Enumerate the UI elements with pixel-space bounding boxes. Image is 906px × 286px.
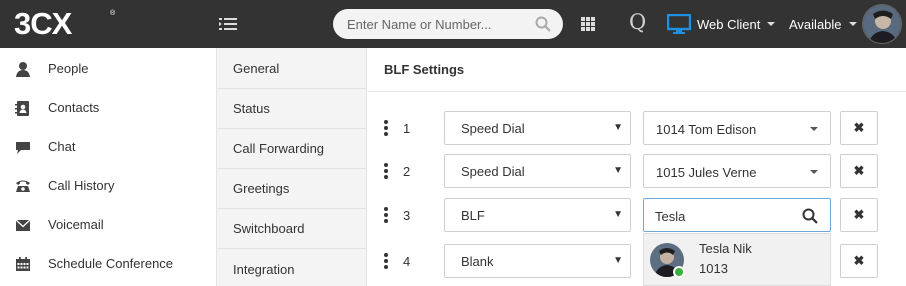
key-type-value: BLF: [461, 208, 485, 223]
sidebar-item-contacts[interactable]: Contacts: [0, 88, 217, 127]
select-arrow-icon: ▼: [613, 255, 623, 266]
row-number: 4: [403, 254, 411, 269]
sidebar-item-chat[interactable]: Chat: [0, 127, 217, 166]
contacts-icon: [15, 100, 29, 116]
drag-handle-icon[interactable]: [384, 120, 388, 136]
chevron-down-icon: [810, 127, 818, 131]
search-box[interactable]: [333, 9, 563, 39]
tab-greetings[interactable]: Greetings: [217, 169, 367, 209]
remove-button[interactable]: ✖: [840, 154, 878, 188]
chevron-down-icon: [767, 22, 776, 26]
logo[interactable]: 3CX ®: [14, 6, 116, 41]
remove-button[interactable]: ✖: [840, 244, 878, 278]
web-client-menu[interactable]: Web Client: [667, 13, 776, 35]
select-arrow-icon: ▼: [613, 122, 623, 133]
sidebar: People Contacts Chat Call History Voicem…: [0, 48, 217, 286]
autocomplete-option[interactable]: Tesla Nik 1013: [643, 233, 831, 286]
divider: [368, 91, 906, 92]
blf-row: 3 BLF ▼ ✖: [368, 198, 906, 232]
key-type-value: Speed Dial: [461, 121, 525, 136]
sidebar-item-schedule-conference[interactable]: Schedule Conference: [0, 244, 217, 283]
search-icon[interactable]: [535, 16, 551, 32]
tab-switchboard[interactable]: Switchboard: [217, 209, 367, 249]
extension-value: 1015 Jules Verne: [656, 165, 757, 180]
logo-text: 3CX: [14, 6, 72, 41]
key-type-select[interactable]: Speed Dial ▼: [444, 154, 631, 188]
blf-settings-panel: BLF Settings 1 Speed Dial ▼ 1014 Tom Edi…: [368, 48, 906, 286]
page-title: BLF Settings: [384, 62, 465, 77]
drag-handle-icon[interactable]: [384, 207, 388, 223]
chevron-down-icon: [810, 170, 818, 174]
row-number: 3: [403, 208, 411, 223]
sidebar-item-label: Contacts: [48, 100, 100, 115]
blf-row: 1 Speed Dial ▼ 1014 Tom Edison ✖: [368, 111, 906, 145]
monitor-icon: [667, 14, 691, 34]
sidebar-item-people[interactable]: People: [0, 49, 217, 88]
select-arrow-icon: ▼: [613, 165, 623, 176]
contact-name: Tesla Nik: [699, 241, 752, 256]
sidebar-item-label: People: [48, 61, 89, 76]
tab-status[interactable]: Status: [217, 89, 367, 129]
blf-row: 2 Speed Dial ▼ 1015 Jules Verne ✖: [368, 154, 906, 188]
chevron-down-icon: [848, 22, 857, 26]
key-type-select[interactable]: Speed Dial ▼: [444, 111, 631, 145]
remove-button[interactable]: ✖: [840, 198, 878, 232]
key-type-value: Blank: [461, 254, 494, 269]
presence-available-icon: [673, 266, 685, 278]
menu-toggle-icon[interactable]: [219, 15, 237, 33]
tab-call-forwarding[interactable]: Call Forwarding: [217, 129, 367, 169]
contact-extension: 1013: [699, 261, 728, 276]
calendar-icon: [16, 256, 30, 271]
logo-registered-mark: ®: [110, 10, 116, 17]
search-icon[interactable]: [802, 208, 818, 224]
phone-icon: [16, 180, 30, 192]
tab-general[interactable]: General: [217, 49, 367, 89]
settings-nav: General Status Call Forwarding Greetings…: [217, 48, 367, 286]
dialpad-icon[interactable]: [581, 17, 595, 31]
extension-select[interactable]: 1014 Tom Edison: [643, 111, 831, 145]
envelope-icon: [15, 219, 31, 231]
sidebar-item-label: Chat: [48, 139, 76, 154]
status-menu[interactable]: Available: [789, 13, 857, 35]
user-avatar[interactable]: [862, 4, 902, 44]
row-number: 2: [403, 164, 411, 179]
sidebar-item-voicemail[interactable]: Voicemail: [0, 205, 217, 244]
extension-value: 1014 Tom Edison: [656, 122, 757, 137]
key-type-value: Speed Dial: [461, 164, 525, 179]
drag-handle-icon[interactable]: [384, 253, 388, 269]
extension-select[interactable]: 1015 Jules Verne: [643, 154, 831, 188]
sidebar-item-label: Call History: [48, 178, 115, 193]
sidebar-item-call-history[interactable]: Call History: [0, 166, 217, 205]
chat-icon: [16, 141, 30, 154]
top-bar: 3CX ® Q Web Client Available: [0, 0, 906, 48]
tab-integration[interactable]: Integration: [217, 249, 367, 286]
sidebar-item-label: Voicemail: [48, 217, 104, 232]
sidebar-item-label: Schedule Conference: [48, 256, 174, 271]
web-client-label: Web Client: [697, 16, 761, 32]
status-label: Available: [789, 16, 842, 32]
select-arrow-icon: ▼: [613, 209, 623, 220]
drag-handle-icon[interactable]: [384, 163, 388, 179]
person-icon: [16, 61, 30, 77]
key-type-select[interactable]: Blank ▼: [444, 244, 631, 278]
search-input[interactable]: [347, 15, 527, 33]
row-number: 1: [403, 121, 411, 136]
extension-search-input[interactable]: [655, 207, 795, 225]
remove-button[interactable]: ✖: [840, 111, 878, 145]
queue-icon[interactable]: Q: [629, 10, 646, 34]
extension-search-combo[interactable]: [643, 198, 831, 232]
key-type-select[interactable]: BLF ▼: [444, 198, 631, 232]
